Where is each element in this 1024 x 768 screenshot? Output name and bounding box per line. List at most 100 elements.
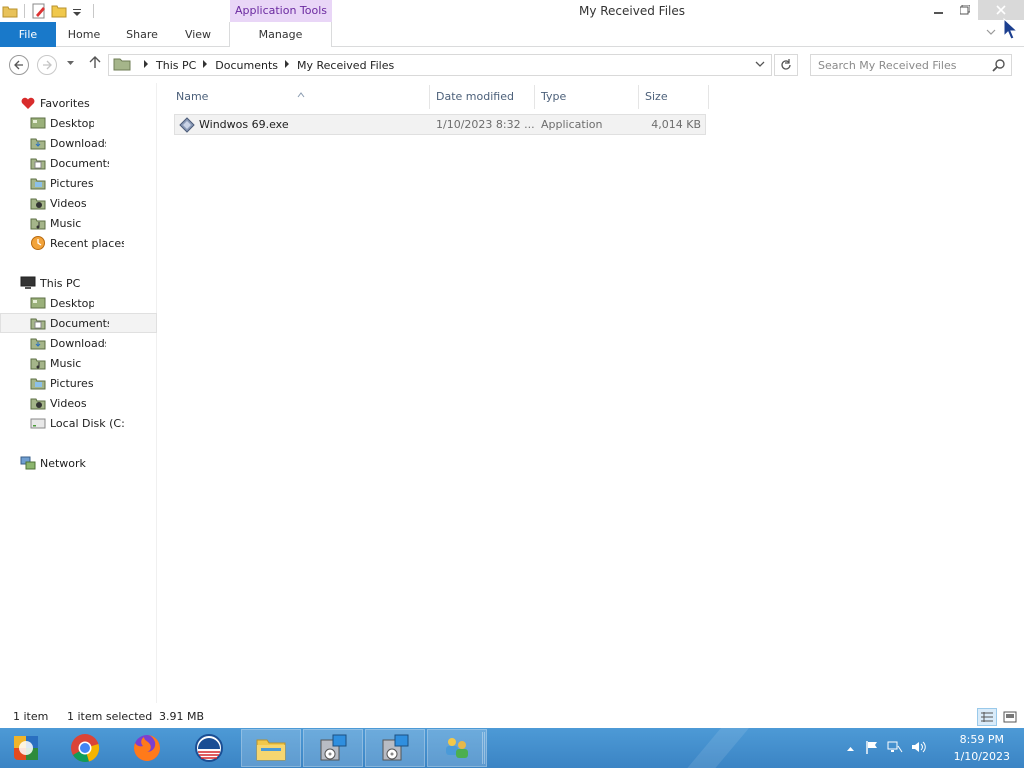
drive-icon — [30, 415, 46, 431]
taskbar-edge-legacy[interactable] — [179, 729, 239, 767]
nav-pc-local-disk[interactable]: Local Disk (C:) — [0, 413, 157, 433]
nav-favorites-documents[interactable]: Documents — [0, 153, 157, 173]
ribbon: File Home Share View Manage — [0, 22, 1024, 47]
tab-file[interactable]: File — [0, 22, 56, 47]
nav-favorites-downloads[interactable]: Downloads — [0, 133, 157, 153]
network-status-icon[interactable] — [887, 740, 903, 757]
up-arrow-icon — [89, 56, 101, 68]
nav-pc-music[interactable]: Music — [0, 353, 157, 373]
address-dropdown[interactable] — [755, 59, 765, 72]
tab-share[interactable]: Share — [114, 22, 170, 47]
installer-icon — [320, 734, 347, 761]
nav-pc-videos[interactable]: Videos — [0, 393, 157, 413]
nav-pc-desktop[interactable]: Desktop — [0, 293, 157, 313]
network-icon — [20, 455, 36, 471]
refresh-button[interactable] — [774, 54, 798, 76]
nav-pc-documents[interactable]: Documents — [0, 313, 157, 333]
minimize-button[interactable] — [926, 0, 952, 20]
search-icon[interactable] — [992, 59, 1005, 75]
nav-label: Music — [50, 216, 81, 230]
table-row[interactable]: Windwos 69.exe 1/10/2023 8:32 ... Applic… — [174, 114, 706, 135]
nav-pc-pictures[interactable]: Pictures — [0, 373, 157, 393]
downloads-folder-icon — [30, 135, 46, 151]
search-input[interactable] — [811, 55, 989, 75]
address-bar[interactable]: This PC Documents My Received Files — [108, 54, 772, 76]
forward-button[interactable] — [37, 55, 57, 75]
nav-label: Local Disk (C:) — [50, 416, 124, 430]
back-button[interactable] — [9, 55, 29, 75]
column-header-name[interactable]: Name — [170, 85, 430, 109]
column-header-date-modified[interactable]: Date modified — [430, 85, 535, 109]
volume-icon[interactable] — [911, 740, 927, 757]
start-button[interactable] — [0, 729, 52, 767]
column-header-size[interactable]: Size — [639, 85, 709, 109]
tab-view[interactable]: View — [172, 22, 224, 47]
taskbar: 8:59 PM 1/10/2023 — [0, 728, 1024, 768]
close-button[interactable] — [978, 0, 1024, 20]
nav-favorites-recent-places[interactable]: Recent places — [0, 233, 157, 253]
nav-favorites-desktop[interactable]: Desktop — [0, 113, 157, 133]
clock-date: 1/10/2023 — [953, 750, 1010, 763]
window-title: My Received Files — [578, 4, 685, 18]
restore-button[interactable] — [952, 0, 978, 20]
details-view-icon — [981, 712, 993, 722]
breadcrumb-separator[interactable] — [284, 60, 290, 70]
selected-size: 3.91 MB — [159, 710, 205, 723]
search-box[interactable] — [810, 54, 1012, 76]
downloads-folder-icon — [30, 335, 46, 351]
nav-label: Network — [40, 456, 86, 470]
firefox-icon — [134, 735, 160, 761]
taskbar-network-app[interactable] — [427, 729, 487, 767]
breadcrumb-separator[interactable] — [202, 60, 208, 70]
large-icons-view-button[interactable] — [1000, 708, 1020, 726]
tab-manage[interactable]: Manage — [229, 22, 332, 47]
videos-folder-icon — [30, 195, 46, 211]
folder-icon — [113, 57, 131, 74]
application-icon — [179, 117, 195, 136]
file-name: Windwos 69.exe — [199, 118, 289, 131]
nav-pc-downloads[interactable]: Downloads — [0, 333, 157, 353]
favorites-star-icon — [20, 95, 36, 111]
tab-home[interactable]: Home — [58, 22, 110, 47]
up-button[interactable] — [88, 55, 102, 73]
nav-label: Videos — [50, 196, 86, 210]
nav-label: Downloads — [50, 136, 106, 150]
file-type: Application — [541, 118, 603, 131]
nav-favorites[interactable]: Favorites — [0, 93, 157, 113]
taskbar-firefox[interactable] — [117, 729, 177, 767]
nav-network[interactable]: Network — [0, 453, 157, 473]
nav-label: Favorites — [40, 96, 90, 110]
nav-favorites-videos[interactable]: Videos — [0, 193, 157, 213]
taskbar-setup-app-1[interactable] — [303, 729, 363, 767]
nav-this-pc[interactable]: This PC — [0, 273, 157, 293]
breadcrumb-my-received-files[interactable]: My Received Files — [297, 59, 394, 72]
breadcrumb-documents[interactable]: Documents — [215, 59, 278, 72]
refresh-icon — [781, 59, 791, 70]
action-center-flag-icon[interactable] — [865, 740, 879, 757]
breadcrumb-separator[interactable] — [143, 60, 149, 70]
show-hidden-icons-icon[interactable] — [846, 742, 855, 755]
desktop-icon — [30, 115, 46, 131]
taskbar-clock[interactable]: 8:59 PM 1/10/2023 — [954, 731, 1010, 765]
expand-ribbon-icon[interactable] — [986, 27, 996, 40]
nav-label: Music — [50, 356, 81, 370]
clock-time: 8:59 PM — [959, 733, 1004, 746]
taskbar-chrome[interactable] — [55, 729, 115, 767]
taskbar-setup-app-2[interactable] — [365, 729, 425, 767]
taskbar-file-explorer[interactable] — [241, 729, 301, 767]
users-network-icon — [446, 738, 468, 758]
recent-locations-dropdown[interactable] — [66, 58, 75, 70]
item-count: 1 item — [13, 710, 49, 723]
column-header-type[interactable]: Type — [535, 85, 639, 109]
documents-folder-icon — [30, 155, 46, 171]
music-folder-icon — [30, 215, 46, 231]
nav-label: Documents — [50, 316, 109, 330]
documents-folder-icon — [30, 315, 46, 331]
nav-favorites-pictures[interactable]: Pictures — [0, 173, 157, 193]
large-icons-view-icon — [1003, 711, 1017, 723]
file-size: 4,014 KB — [651, 118, 701, 131]
nav-favorites-music[interactable]: Music — [0, 213, 157, 233]
title-bar: Application Tools My Received Files — [0, 0, 1024, 22]
breadcrumb-this-pc[interactable]: This PC — [156, 59, 196, 72]
details-view-button[interactable] — [977, 708, 997, 726]
